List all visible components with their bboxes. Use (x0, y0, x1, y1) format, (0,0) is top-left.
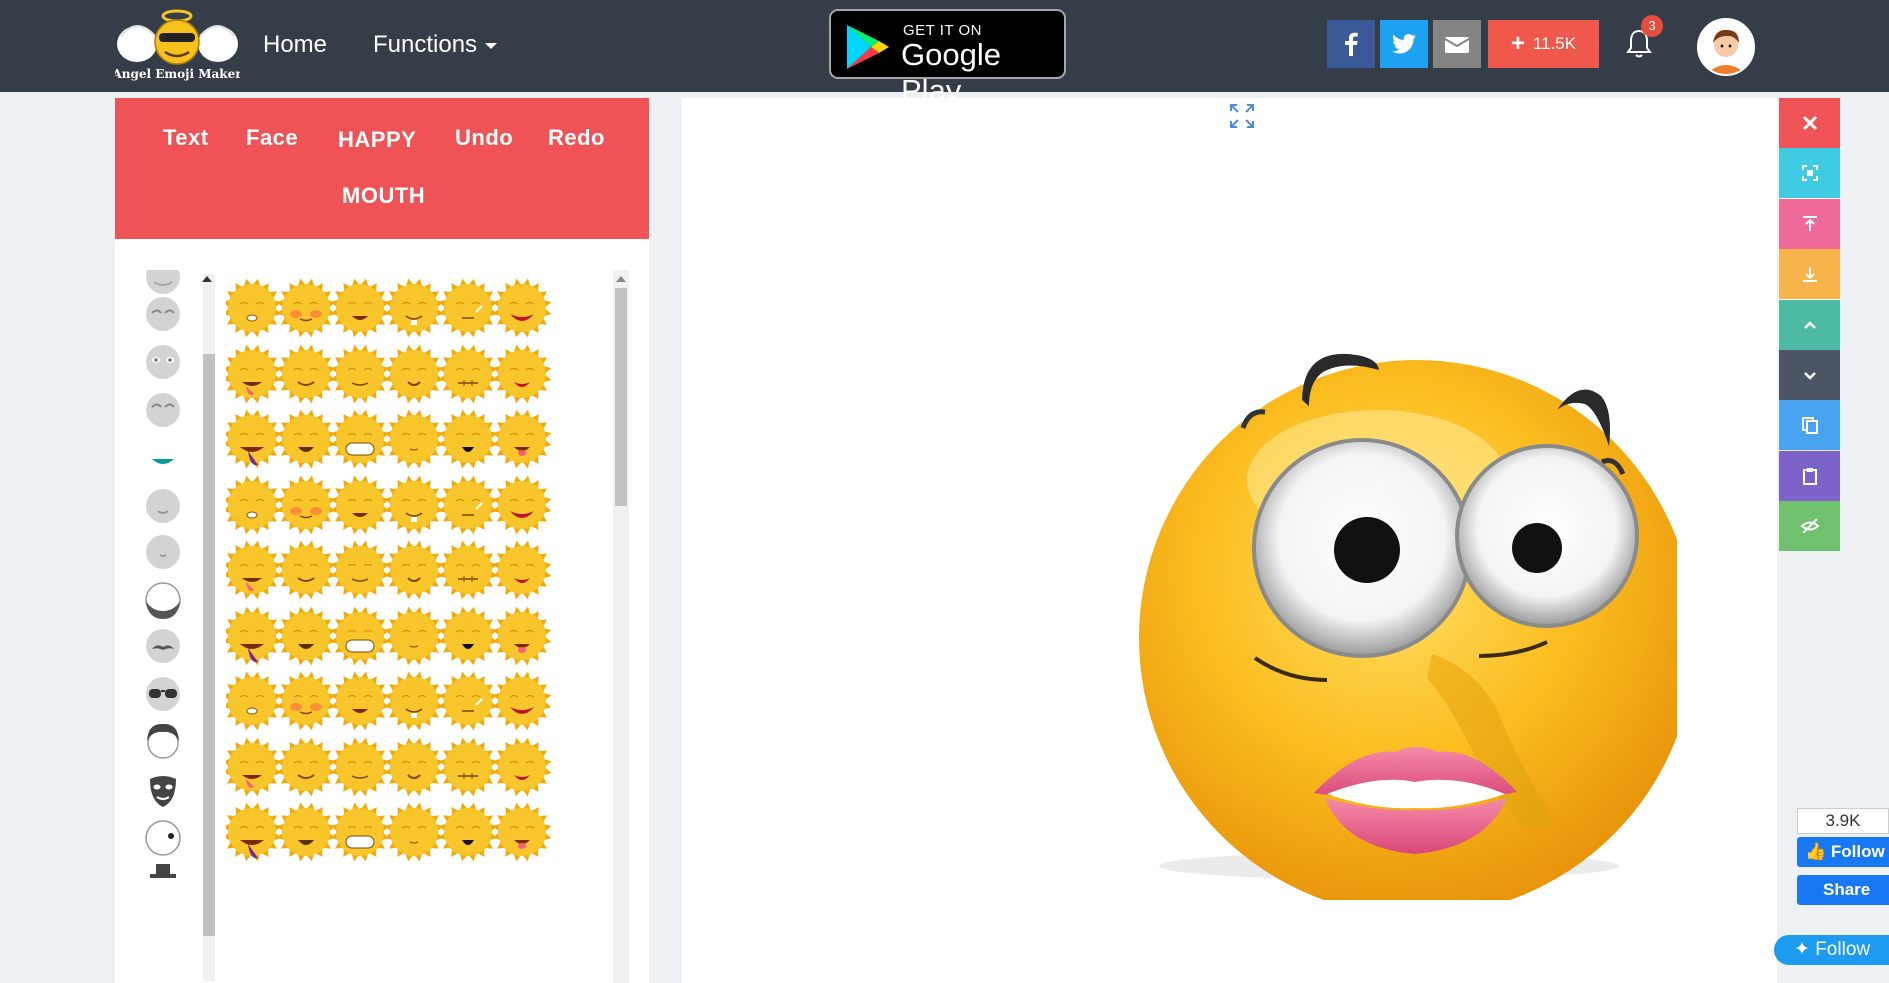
close-tool-button[interactable] (1779, 98, 1840, 148)
chevron-down-icon (485, 42, 498, 49)
category-partial-top-icon[interactable] (144, 270, 182, 296)
category-hat-icon[interactable] (144, 860, 182, 898)
mouth-option[interactable] (490, 604, 554, 668)
category-list (130, 270, 196, 983)
logo-text: Angel Emoji Maker (115, 67, 240, 81)
editor-left-panel: Text Face HAPPY Undo Redo MOUTH (115, 98, 649, 983)
paste-icon (1802, 467, 1817, 485)
nav-functions-label: Functions (373, 31, 478, 58)
category-scroll-thumb[interactable] (203, 354, 215, 936)
category-mouth-teal-icon[interactable] (144, 439, 182, 477)
category-hair-icon[interactable] (144, 721, 182, 759)
envelope-icon (1445, 37, 1469, 53)
mouth-option[interactable] (490, 276, 554, 340)
more-share-button[interactable]: +11.5K (1488, 20, 1599, 68)
notification-badge: 3 (1641, 15, 1663, 37)
category-chin-icon[interactable] (144, 533, 182, 571)
happy-button[interactable]: HAPPY (338, 127, 416, 153)
category-mustache-icon[interactable] (144, 627, 182, 665)
hide-tool-button[interactable] (1779, 501, 1840, 552)
category-mask-icon[interactable] (144, 771, 182, 809)
thumbs-up-icon: 👍 (1805, 842, 1827, 861)
share-count: 11.5K (1532, 34, 1577, 53)
move-up-tool-button[interactable] (1779, 299, 1840, 350)
category-sunglasses-icon[interactable] (144, 675, 182, 713)
facebook-follow-label: Follow (1830, 842, 1885, 861)
plus-icon: + (1510, 30, 1525, 57)
facebook-follower-count: 3.9K (1797, 808, 1889, 834)
text-button[interactable]: Text (163, 125, 209, 151)
mouth-options-grid (226, 276, 626, 983)
emoji-canvas[interactable] (682, 98, 1777, 983)
google-play-icon (847, 25, 889, 69)
redo-button[interactable]: Redo (548, 125, 605, 151)
face-button[interactable]: Face (246, 125, 298, 151)
twitter-bird-icon: ✦ (1794, 939, 1810, 960)
copy-tool-button[interactable] (1779, 400, 1840, 451)
category-open-eyes-icon[interactable] (144, 343, 182, 381)
grid-scroll-up-arrow-icon[interactable] (616, 276, 626, 282)
mouth-button[interactable]: MOUTH (342, 183, 425, 209)
move-up-icon (1803, 320, 1816, 329)
category-closed-eyes-2-icon[interactable] (144, 391, 182, 429)
facebook-follow-button[interactable]: 👍 Follow (1797, 837, 1889, 867)
facebook-icon (1345, 32, 1358, 56)
nav-functions-dropdown[interactable]: Functions (373, 28, 498, 62)
twitter-share-button[interactable] (1380, 20, 1428, 68)
paste-tool-button[interactable] (1779, 450, 1840, 501)
mouth-option[interactable] (490, 800, 554, 864)
category-nose-icon[interactable] (144, 487, 182, 525)
mouth-option[interactable] (490, 669, 554, 733)
close-icon (1802, 115, 1817, 131)
center-icon (1801, 165, 1818, 182)
nav-home-link[interactable]: Home (263, 28, 327, 62)
grid-scroll-thumb[interactable] (615, 288, 627, 506)
mouth-option[interactable] (490, 538, 554, 602)
twitter-follow-label: Follow (1815, 939, 1871, 960)
category-beard-icon[interactable] (144, 581, 182, 619)
copy-icon (1801, 417, 1818, 435)
google-play-badge[interactable]: GET IT ON Google Play (829, 9, 1066, 108)
send-to-back-tool-button[interactable] (1779, 249, 1840, 300)
user-avatar[interactable] (1697, 18, 1755, 76)
composed-emoji[interactable] (1077, 260, 1677, 900)
bring-to-front-tool-button[interactable] (1779, 198, 1840, 249)
facebook-share-button[interactable] (1327, 20, 1375, 68)
editor-toolbar: Text Face HAPPY Undo Redo MOUTH (115, 98, 649, 239)
twitter-icon (1392, 34, 1416, 54)
category-scrollbar[interactable] (198, 274, 216, 981)
category-accessory-icon[interactable] (144, 819, 182, 857)
twitter-follow-button[interactable]: ✦ Follow (1774, 935, 1889, 965)
grid-scrollbar[interactable] (613, 270, 629, 983)
fullscreen-expand-icon[interactable] (1228, 102, 1256, 130)
center-tool-button[interactable] (1779, 148, 1840, 199)
move-down-icon (1803, 372, 1816, 380)
mouth-option[interactable] (490, 473, 554, 537)
mouth-option[interactable] (490, 342, 554, 406)
top-navbar: Angel Emoji Maker Home Functions GET IT … (0, 0, 1889, 108)
scroll-up-arrow-icon[interactable] (202, 276, 212, 282)
category-closed-eyes-icon[interactable] (144, 295, 182, 333)
mouth-option[interactable] (490, 735, 554, 799)
hide-icon (1799, 518, 1820, 534)
undo-button[interactable]: Undo (455, 125, 513, 151)
app-logo[interactable]: Angel Emoji Maker (111, 6, 242, 86)
object-tools (1779, 98, 1840, 554)
send-to-back-icon (1802, 267, 1817, 283)
mouth-option[interactable] (490, 407, 554, 471)
bring-to-front-icon (1802, 215, 1817, 231)
move-down-tool-button[interactable] (1779, 350, 1840, 400)
facebook-share-widget-button[interactable]: Share (1797, 875, 1889, 905)
email-share-button[interactable] (1433, 20, 1481, 68)
